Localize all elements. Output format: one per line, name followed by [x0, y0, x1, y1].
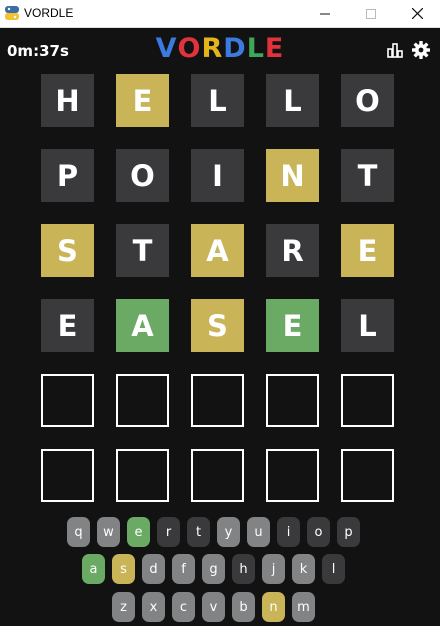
letter-tile: I — [191, 149, 244, 202]
letter-tile: A — [191, 224, 244, 277]
letter-tile: T — [116, 224, 169, 277]
letter-tile: R — [266, 224, 319, 277]
key-g[interactable]: g — [202, 554, 225, 584]
bar-chart-icon[interactable] — [385, 40, 405, 60]
empty-tile — [341, 374, 394, 427]
window-title: VORDLE — [24, 6, 74, 20]
logo-letter: E — [264, 33, 285, 64]
letter-tile: L — [191, 74, 244, 127]
key-h[interactable]: h — [232, 554, 255, 584]
logo-letter: R — [201, 33, 224, 64]
letter-tile: S — [41, 224, 94, 277]
empty-tile — [266, 374, 319, 427]
letter-tile: L — [341, 299, 394, 352]
logo-letter: O — [177, 33, 202, 64]
logo-letter: V — [155, 33, 178, 64]
timer: 0m:37s — [7, 42, 69, 60]
letter-tile: T — [341, 149, 394, 202]
key-e[interactable]: e — [127, 517, 150, 547]
maximize-icon — [366, 8, 376, 19]
key-f[interactable]: f — [172, 554, 195, 584]
empty-tile — [116, 449, 169, 502]
letter-tile: E — [266, 299, 319, 352]
key-x[interactable]: x — [142, 592, 165, 622]
letter-tile: P — [41, 149, 94, 202]
empty-tile — [41, 374, 94, 427]
key-r[interactable]: r — [157, 517, 180, 547]
key-p[interactable]: p — [337, 517, 360, 547]
letter-tile: O — [116, 149, 169, 202]
key-s[interactable]: s — [112, 554, 135, 584]
logo-letter: L — [246, 33, 265, 64]
python-app-icon — [5, 6, 19, 20]
letter-tile: H — [41, 74, 94, 127]
empty-tile — [191, 374, 244, 427]
logo-letter: D — [223, 33, 247, 64]
letter-tile: O — [341, 74, 394, 127]
letter-tile: E — [116, 74, 169, 127]
key-t[interactable]: t — [187, 517, 210, 547]
gear-icon[interactable] — [411, 40, 431, 60]
letter-tile: E — [341, 224, 394, 277]
minimize-button[interactable] — [302, 0, 348, 27]
letter-tile: S — [191, 299, 244, 352]
key-z[interactable]: z — [112, 592, 135, 622]
key-v[interactable]: v — [202, 592, 225, 622]
key-j[interactable]: j — [262, 554, 285, 584]
key-b[interactable]: b — [232, 592, 255, 622]
empty-tile — [41, 449, 94, 502]
letter-tile: E — [41, 299, 94, 352]
close-button[interactable] — [394, 0, 440, 27]
key-k[interactable]: k — [292, 554, 315, 584]
key-d[interactable]: d — [142, 554, 165, 584]
key-y[interactable]: y — [217, 517, 240, 547]
key-w[interactable]: w — [97, 517, 120, 547]
letter-tile: A — [116, 299, 169, 352]
empty-tile — [266, 449, 319, 502]
key-a[interactable]: a — [82, 554, 105, 584]
empty-tile — [116, 374, 169, 427]
key-m[interactable]: m — [292, 592, 315, 622]
title-bar: VORDLE — [0, 0, 440, 28]
letter-tile: N — [266, 149, 319, 202]
key-i[interactable]: i — [277, 517, 300, 547]
key-l[interactable]: l — [322, 554, 345, 584]
letter-tile: L — [266, 74, 319, 127]
minimize-icon — [320, 13, 330, 14]
maximize-button[interactable] — [348, 0, 394, 27]
key-n[interactable]: n — [262, 592, 285, 622]
key-q[interactable]: q — [67, 517, 90, 547]
key-o[interactable]: o — [307, 517, 330, 547]
empty-tile — [341, 449, 394, 502]
key-c[interactable]: c — [172, 592, 195, 622]
empty-tile — [191, 449, 244, 502]
close-icon — [411, 8, 423, 19]
key-u[interactable]: u — [247, 517, 270, 547]
